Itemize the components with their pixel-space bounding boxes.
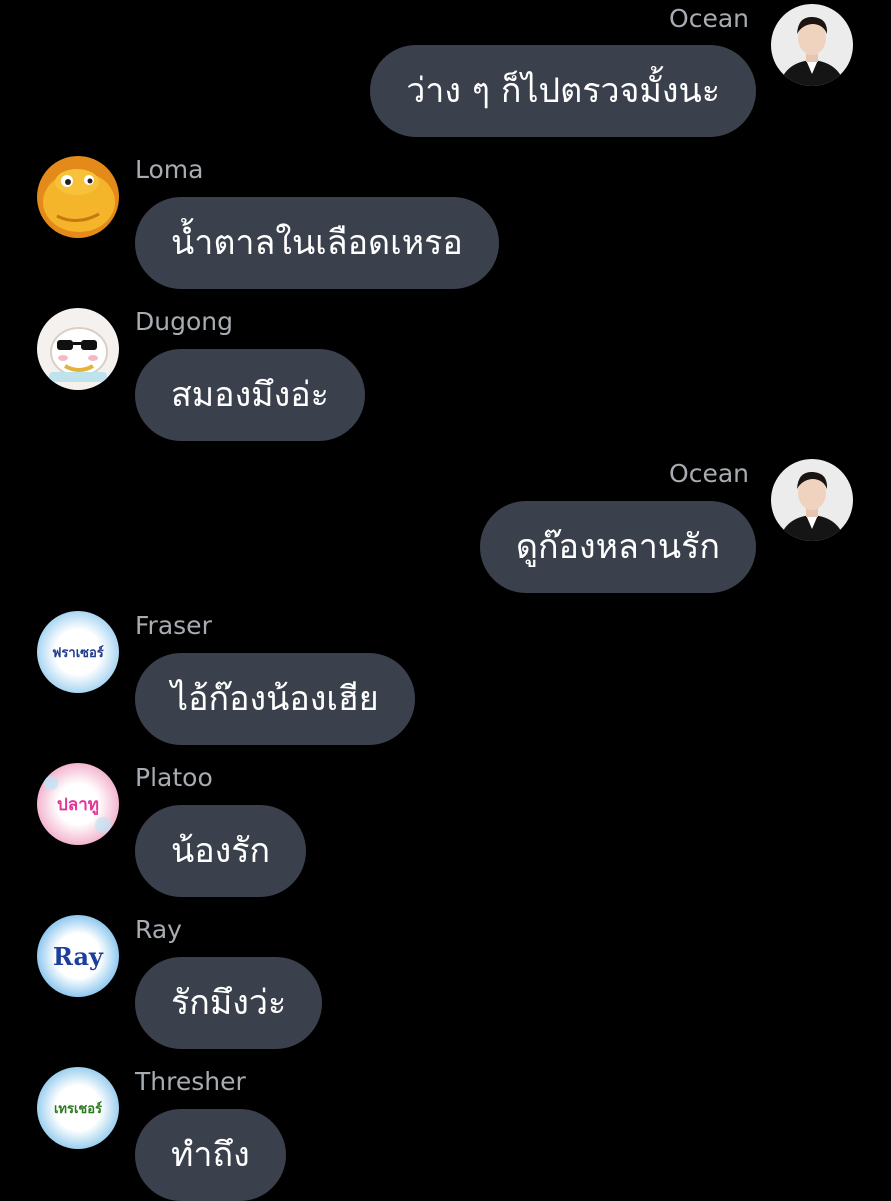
sender-name: Loma	[135, 155, 204, 184]
message-bubble[interactable]: น้ำตาลในเลือดเหรอ	[135, 197, 499, 289]
person-photo-icon	[771, 4, 853, 86]
avatar-platoo[interactable]: ปลาทู	[37, 763, 119, 845]
sender-name: Ocean	[669, 4, 749, 33]
sender-name: Platoo	[135, 763, 213, 792]
message-bubble[interactable]: น้องรัก	[135, 805, 307, 897]
yellow-creature-icon	[37, 156, 119, 238]
message-row: ฟราเซอร์ Fraser ไอ้ก๊องน้องเฮีย	[0, 608, 891, 748]
message-bubble[interactable]: ไอ้ก๊องน้องเฮีย	[135, 653, 415, 745]
message-row: Ocean ว่าง ๆ ก็ไปตรวจมั้งนะ	[0, 0, 891, 140]
message-bubble[interactable]: รักมึงว่ะ	[135, 957, 323, 1049]
avatar-fraser[interactable]: ฟราเซอร์	[37, 611, 119, 693]
message-row: เทรเชอร์ Thresher ทำถึง	[0, 1064, 891, 1201]
message-bubble[interactable]: สมองมึงอ่ะ	[135, 349, 365, 441]
message-row: Loma น้ำตาลในเลือดเหรอ	[0, 152, 891, 292]
avatar-label: Ray	[53, 941, 103, 971]
message-bubble[interactable]: ดูก๊องหลานรัก	[479, 501, 756, 593]
sender-name: Thresher	[135, 1067, 246, 1096]
person-photo-icon	[771, 459, 853, 541]
avatar-loma[interactable]	[37, 156, 119, 238]
message-bubble[interactable]: ทำถึง	[135, 1109, 286, 1201]
sender-name: Dugong	[135, 307, 233, 336]
sender-name: Fraser	[135, 611, 212, 640]
avatar-label: ฟราเซอร์	[52, 645, 104, 661]
avatar-ocean[interactable]	[771, 4, 853, 86]
avatar-label: ปลาทู	[57, 794, 99, 815]
message-row: ปลาทู Platoo น้องรัก	[0, 760, 891, 900]
cat-sunglasses-icon	[37, 308, 119, 390]
avatar-ocean[interactable]	[771, 459, 853, 541]
message-bubble[interactable]: ว่าง ๆ ก็ไปตรวจมั้งนะ	[370, 45, 756, 137]
sender-name: Ocean	[669, 459, 749, 488]
sender-name: Ray	[135, 915, 182, 944]
message-row: Ocean ดูก๊องหลานรัก	[0, 456, 891, 596]
message-row: Dugong สมองมึงอ่ะ	[0, 304, 891, 444]
chat-thread: Ocean ว่าง ๆ ก็ไปตรวจมั้งนะ Loma น้ำตาลใ…	[0, 0, 891, 1201]
message-row: Ray Ray รักมึงว่ะ	[0, 912, 891, 1052]
avatar-label: เทรเชอร์	[53, 1101, 103, 1117]
avatar-ray[interactable]: Ray	[37, 915, 119, 997]
avatar-thresher[interactable]: เทรเชอร์	[37, 1067, 119, 1149]
avatar-dugong[interactable]	[37, 308, 119, 390]
